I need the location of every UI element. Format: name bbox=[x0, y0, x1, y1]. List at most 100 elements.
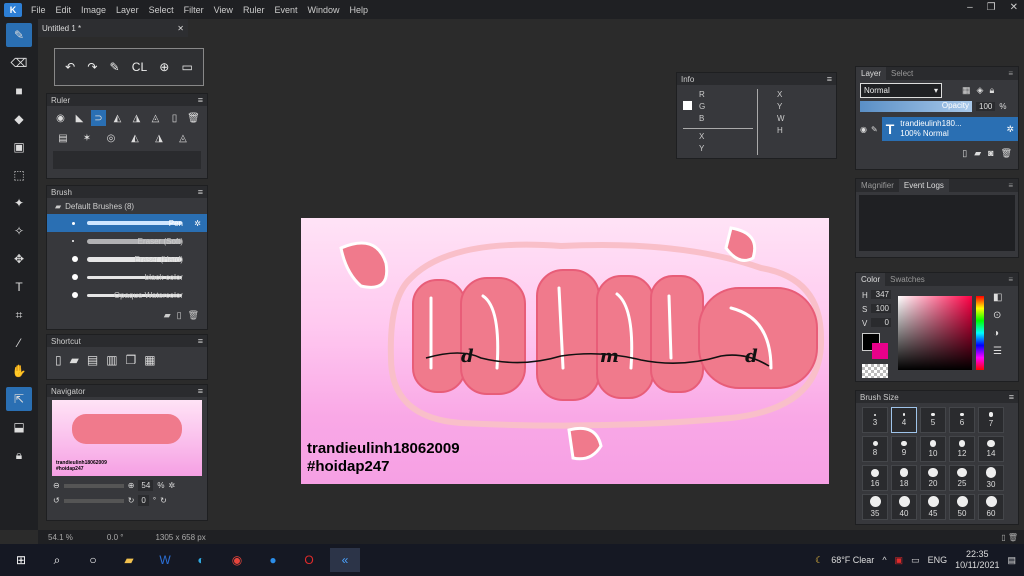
perspective-1-icon[interactable]: ◭ bbox=[125, 130, 145, 146]
zoom-value[interactable]: 54 bbox=[138, 480, 154, 491]
rotate-value[interactable]: 0 bbox=[138, 495, 149, 506]
menu-select[interactable]: Select bbox=[144, 5, 179, 15]
brush-item-pen[interactable]: Pen ✲ bbox=[47, 214, 207, 232]
brush-size-40[interactable]: 40 bbox=[891, 494, 917, 520]
krita-medibang-icon[interactable]: « bbox=[330, 548, 360, 572]
brush-size-4[interactable]: 4 bbox=[891, 407, 917, 433]
brush-item-eraser-hard[interactable]: Eraser (Hard) bbox=[47, 250, 207, 268]
opacity-value[interactable]: 100 bbox=[976, 102, 996, 111]
magic-wand-icon[interactable]: ✦ bbox=[6, 191, 32, 215]
close-window-button[interactable]: ✕ bbox=[1010, 2, 1018, 13]
new-folder-icon[interactable]: ▰ bbox=[974, 148, 981, 159]
maximize-button[interactable]: ❐ bbox=[987, 2, 996, 13]
blend-mode-select[interactable]: Normal ▾ bbox=[860, 83, 942, 98]
eraser-tool-icon[interactable]: ⌫ bbox=[6, 51, 32, 75]
new-brush-icon[interactable]: ▯ bbox=[177, 310, 182, 321]
radial-ruler-icon[interactable]: ✶ bbox=[77, 130, 97, 146]
mask-icon[interactable]: ◙ bbox=[988, 148, 993, 159]
fit-icon[interactable]: ✲ bbox=[168, 481, 175, 490]
menu-edit[interactable]: Edit bbox=[51, 5, 77, 15]
menu-icon[interactable]: ≡ bbox=[198, 336, 203, 346]
minimize-button[interactable]: – bbox=[967, 2, 973, 13]
display-icon[interactable]: ▭ bbox=[911, 555, 920, 566]
brush-size-35[interactable]: 35 bbox=[862, 494, 888, 520]
menu-icon[interactable]: ≡ bbox=[1009, 392, 1014, 402]
s-value[interactable]: 100 bbox=[871, 304, 891, 313]
color-select-icon[interactable]: ✧ bbox=[6, 219, 32, 243]
zoom-out-icon[interactable]: ⊖ bbox=[53, 481, 60, 490]
background-color[interactable] bbox=[872, 343, 888, 359]
rotate-right-icon[interactable]: ↻ bbox=[128, 496, 135, 505]
brush-size-60[interactable]: 60 bbox=[978, 494, 1004, 520]
windows-start-icon[interactable]: ⊞ bbox=[6, 548, 36, 572]
rotate-slider[interactable] bbox=[63, 498, 124, 503]
close-icon[interactable]: ✕ bbox=[177, 24, 184, 33]
lock-icon[interactable]: 🔒︎ bbox=[989, 85, 994, 96]
brush-size-20[interactable]: 20 bbox=[920, 465, 946, 491]
brush-size-10[interactable]: 10 bbox=[920, 436, 946, 462]
menu-view[interactable]: View bbox=[209, 5, 238, 15]
brush-size-45[interactable]: 45 bbox=[920, 494, 946, 520]
folder-icon[interactable]: ▰ bbox=[164, 310, 171, 321]
delete-brush-icon[interactable]: 🗑︎ bbox=[188, 310, 199, 321]
menu-icon[interactable]: ≡ bbox=[827, 74, 832, 84]
menu-layer[interactable]: Layer bbox=[111, 5, 144, 15]
delete-ruler-icon[interactable]: 🗑︎ bbox=[186, 110, 201, 126]
brush-item-opaque-watercolor[interactable]: Opaque Watercolor bbox=[47, 286, 207, 304]
brush-size-50[interactable]: 50 bbox=[949, 494, 975, 520]
brush-size-30[interactable]: 30 bbox=[978, 465, 1004, 491]
zoom-in-icon[interactable]: ⊕ bbox=[128, 481, 135, 490]
perspective-3-icon[interactable]: ◬ bbox=[173, 130, 193, 146]
hue-slider[interactable] bbox=[976, 296, 984, 370]
chrome-icon[interactable]: ◉ bbox=[222, 548, 252, 572]
move-tool-icon[interactable]: ✥ bbox=[6, 247, 32, 271]
ruler-line-icon[interactable]: ◣ bbox=[72, 110, 87, 126]
perspective-2-icon[interactable]: ◮ bbox=[149, 130, 169, 146]
visibility-icon[interactable]: ◉ bbox=[860, 125, 867, 134]
new-file-icon[interactable]: ▯ bbox=[55, 353, 62, 367]
zalo-icon[interactable]: ● bbox=[258, 548, 288, 572]
tab-layer[interactable]: Layer bbox=[856, 67, 887, 80]
language-indicator[interactable]: ENG bbox=[928, 555, 948, 565]
delete-layer-icon[interactable]: 🗑︎ bbox=[1001, 148, 1012, 159]
rectangle-tool-icon[interactable]: ■ bbox=[6, 79, 32, 103]
color-toggle-icon[interactable]: ◑ bbox=[993, 328, 999, 339]
pen-tool-icon[interactable]: ✎ bbox=[6, 23, 32, 47]
clear-button[interactable]: CL bbox=[132, 60, 147, 74]
eye-icon[interactable]: ◉ bbox=[53, 110, 68, 126]
menu-icon[interactable]: ≡ bbox=[1003, 275, 1018, 284]
transparent-swatch[interactable] bbox=[862, 364, 888, 378]
hand-tool-icon[interactable]: ✋ bbox=[6, 359, 32, 383]
lock-tool-icon[interactable]: 🔒︎ bbox=[6, 443, 32, 467]
menu-icon[interactable]: ≡ bbox=[198, 187, 203, 197]
zoom-slider[interactable] bbox=[63, 483, 124, 488]
paste-icon[interactable]: ▦ bbox=[144, 353, 155, 367]
drawing-canvas[interactable]: trandieulinh18062009 #hoidap247 d m d bbox=[301, 218, 829, 484]
brush-item-eraser-soft[interactable]: Eraser (Soft) bbox=[47, 232, 207, 250]
menu-event[interactable]: Event bbox=[269, 5, 302, 15]
menu-ruler[interactable]: Ruler bbox=[238, 5, 270, 15]
tab-color[interactable]: Color bbox=[856, 273, 886, 286]
opacity-slider[interactable]: Opacity bbox=[860, 101, 972, 112]
eyedropper-tool-icon[interactable]: ⁄ bbox=[6, 331, 32, 355]
brush-size-8[interactable]: 8 bbox=[862, 436, 888, 462]
navigator-thumbnail[interactable]: trandieulinh18062009 #hoidap247 bbox=[52, 400, 202, 476]
parallel-ruler-icon[interactable]: ▤ bbox=[53, 130, 73, 146]
menu-icon[interactable]: ≡ bbox=[1003, 181, 1018, 190]
ruler-perspective-icon[interactable]: ◭ bbox=[110, 110, 125, 126]
color-list-icon[interactable]: ☰ bbox=[993, 346, 1002, 357]
snap-tool-icon[interactable]: ⇱ bbox=[6, 387, 32, 411]
clock[interactable]: 22:35 10/11/2021 bbox=[955, 549, 999, 571]
weather-text[interactable]: 68°F Clear bbox=[831, 555, 874, 565]
weather-icon[interactable]: ☾ bbox=[815, 555, 823, 566]
gear-icon[interactable]: ✲ bbox=[194, 219, 201, 228]
edge-icon[interactable]: ◐ bbox=[186, 548, 216, 572]
tab-event-logs[interactable]: Event Logs bbox=[898, 179, 949, 192]
brush-size-14[interactable]: 14 bbox=[978, 436, 1004, 462]
brush-group[interactable]: ▰ Default Brushes (8) bbox=[47, 198, 207, 214]
brush-size-18[interactable]: 18 bbox=[891, 465, 917, 491]
brush-item-black-color[interactable]: black color bbox=[47, 268, 207, 286]
menu-icon[interactable]: ≡ bbox=[198, 95, 203, 105]
saturation-value-picker[interactable] bbox=[898, 296, 972, 370]
brush-size-25[interactable]: 25 bbox=[949, 465, 975, 491]
